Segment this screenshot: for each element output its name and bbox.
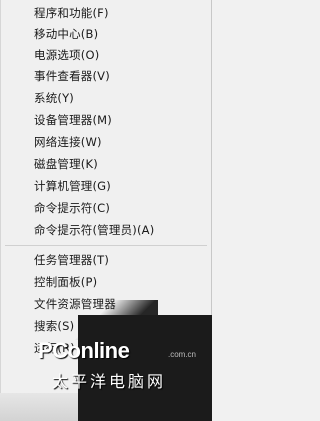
menu-item-mobility-center[interactable]: 移动中心(B) [34,24,98,44]
menu-item-power-options[interactable]: 电源选项(O) [34,45,99,65]
menu-item-control-panel[interactable]: 控制面板(P) [34,272,97,292]
menu-item-network-connections[interactable]: 网络连接(W) [34,132,102,152]
menu-item-task-manager[interactable]: 任务管理器(T) [34,250,109,270]
menu-item-command-prompt-admin[interactable]: 命令提示符(管理员)(A) [34,220,154,240]
menu-item-command-prompt[interactable]: 命令提示符(C) [34,198,110,218]
taskbar-strip [0,393,78,421]
menu-item-event-viewer[interactable]: 事件查看器(V) [34,66,110,86]
watermark-logo: PConline [38,338,130,363]
menu-item-system[interactable]: 系统(Y) [34,88,74,108]
menu-item-computer-management[interactable]: 计算机管理(G) [34,176,111,196]
menu-item-disk-management[interactable]: 磁盘管理(K) [34,154,98,174]
menu-item-device-manager[interactable]: 设备管理器(M) [34,110,112,130]
menu-separator [5,245,207,246]
menu-item-programs-features[interactable]: 程序和功能(F) [34,3,109,23]
watermark-tagline: 太平洋电脑网 [52,372,167,391]
watermark-domain: .com.cn [168,350,197,359]
